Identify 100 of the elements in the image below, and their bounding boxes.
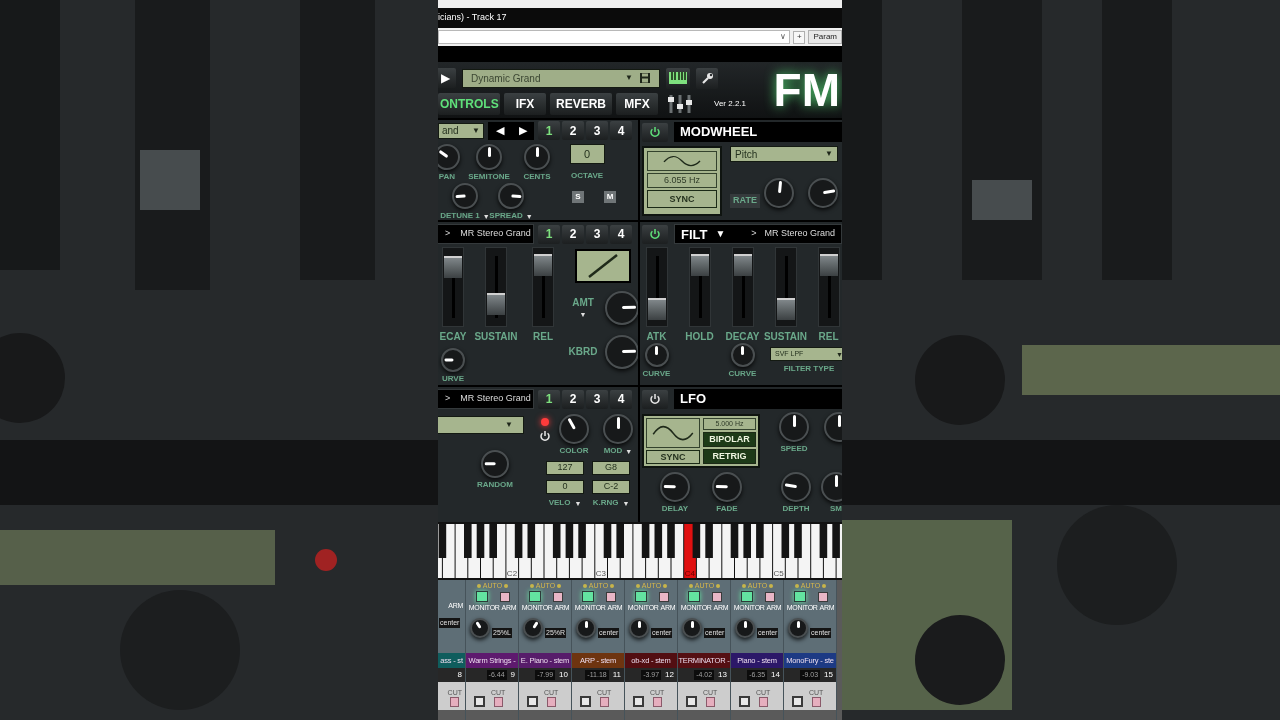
- arm-button[interactable]: [552, 591, 563, 602]
- slider-thumb[interactable]: [776, 298, 795, 321]
- slider-thumb[interactable]: [444, 256, 462, 279]
- square-button[interactable]: [739, 696, 750, 707]
- knob[interactable]: [605, 291, 638, 325]
- power-icon[interactable]: [539, 430, 551, 442]
- tab[interactable]: IFX: [504, 93, 546, 115]
- slider-thumb[interactable]: [534, 253, 552, 276]
- knob[interactable]: [498, 183, 524, 209]
- slider-thumb[interactable]: [690, 253, 709, 276]
- toggle-button[interactable]: SYNC: [646, 450, 700, 464]
- piano-key[interactable]: [654, 524, 663, 558]
- cut-button[interactable]: [758, 697, 768, 707]
- piano-key[interactable]: [781, 524, 790, 558]
- page-tab[interactable]: 4: [610, 121, 632, 140]
- page-tab[interactable]: 1: [538, 224, 560, 244]
- square-button[interactable]: [686, 696, 697, 707]
- piano-key[interactable]: [514, 524, 523, 558]
- square-button[interactable]: [633, 696, 644, 707]
- knob[interactable]: [524, 144, 550, 170]
- save-icon[interactable]: [639, 72, 651, 84]
- knob[interactable]: [808, 178, 838, 208]
- knob[interactable]: [712, 472, 742, 502]
- piano-key[interactable]: [730, 524, 739, 558]
- slider-track[interactable]: [442, 247, 464, 327]
- slider-track[interactable]: [774, 247, 797, 327]
- page-tab[interactable]: 2: [562, 121, 584, 140]
- cut-button[interactable]: [652, 697, 662, 707]
- knob[interactable]: [523, 618, 543, 638]
- square-button[interactable]: [527, 696, 538, 707]
- knob[interactable]: [781, 472, 811, 502]
- page-tab[interactable]: 2: [562, 224, 584, 244]
- page-tab[interactable]: 1: [538, 121, 560, 140]
- monitor-button[interactable]: [793, 591, 806, 602]
- target-dropdown[interactable]: Pitch ▼: [730, 146, 838, 162]
- slider-track[interactable]: [532, 247, 554, 327]
- knob[interactable]: [629, 618, 649, 638]
- piano-key[interactable]: [438, 524, 447, 558]
- knob[interactable]: [605, 335, 638, 369]
- square-button[interactable]: [792, 696, 803, 707]
- page-tab[interactable]: 4: [610, 389, 632, 409]
- previous-button[interactable]: ◀: [495, 125, 504, 136]
- arm-button[interactable]: [711, 591, 722, 602]
- arm-button[interactable]: [764, 591, 775, 602]
- page-tab[interactable]: 3: [586, 121, 608, 140]
- square-button[interactable]: [474, 696, 485, 707]
- cut-button[interactable]: [493, 697, 503, 707]
- mute-button[interactable]: M: [604, 191, 616, 203]
- slider-track[interactable]: [731, 247, 754, 327]
- tab[interactable]: REVERB: [550, 93, 612, 115]
- page-tab[interactable]: 3: [586, 389, 608, 409]
- slider-track[interactable]: [485, 247, 507, 327]
- knob[interactable]: [644, 343, 669, 367]
- param-button[interactable]: Param: [808, 30, 842, 44]
- piano-key[interactable]: [552, 524, 561, 558]
- monitor-button[interactable]: [475, 591, 488, 602]
- power-button[interactable]: [642, 122, 668, 142]
- toggle-button[interactable]: SYNC: [647, 190, 717, 208]
- knob[interactable]: [476, 144, 502, 170]
- mixer-icon[interactable]: [666, 93, 694, 115]
- piano-key[interactable]: [819, 524, 828, 558]
- mode-dropdown[interactable]: ▼: [438, 416, 524, 434]
- cut-button[interactable]: [705, 697, 715, 707]
- knob[interactable]: [764, 178, 794, 208]
- piano-key[interactable]: [527, 524, 536, 558]
- slider-track[interactable]: [688, 247, 711, 327]
- power-button[interactable]: [642, 389, 668, 409]
- slider-thumb[interactable]: [647, 298, 666, 321]
- settings-button[interactable]: [696, 67, 718, 89]
- knob[interactable]: [682, 618, 702, 638]
- toggle-button[interactable]: BIPOLAR: [703, 432, 756, 447]
- knob[interactable]: [779, 412, 809, 442]
- knob[interactable]: [730, 343, 755, 367]
- knob[interactable]: [788, 618, 808, 638]
- piano-key[interactable]: [603, 524, 612, 558]
- monitor-button[interactable]: [634, 591, 647, 602]
- knob[interactable]: [470, 618, 490, 638]
- add-button[interactable]: +: [793, 30, 806, 44]
- knob[interactable]: [821, 472, 842, 502]
- knob[interactable]: [481, 450, 509, 478]
- knob[interactable]: [452, 183, 478, 209]
- slider-track[interactable]: [645, 247, 668, 327]
- page-tab[interactable]: 2: [562, 389, 584, 409]
- source-dropdown[interactable]: and ▼: [438, 122, 484, 139]
- page-tab[interactable]: 1: [538, 389, 560, 409]
- monitor-button[interactable]: [581, 591, 594, 602]
- solo-button[interactable]: S: [572, 191, 584, 203]
- page-tab[interactable]: 4: [610, 224, 632, 244]
- power-button[interactable]: [642, 224, 668, 244]
- arm-button[interactable]: [605, 591, 616, 602]
- cut-button[interactable]: [546, 697, 556, 707]
- slider-track[interactable]: [817, 247, 840, 327]
- arm-button[interactable]: [658, 591, 669, 602]
- knob[interactable]: [603, 414, 633, 444]
- slider-thumb[interactable]: [733, 253, 752, 276]
- tab[interactable]: MFX: [616, 93, 658, 115]
- tab[interactable]: ONTROLS: [438, 93, 500, 115]
- monitor-button[interactable]: [528, 591, 541, 602]
- preset-dropdown[interactable]: Dynamic Grand ▼: [462, 68, 660, 88]
- square-button[interactable]: [580, 696, 591, 707]
